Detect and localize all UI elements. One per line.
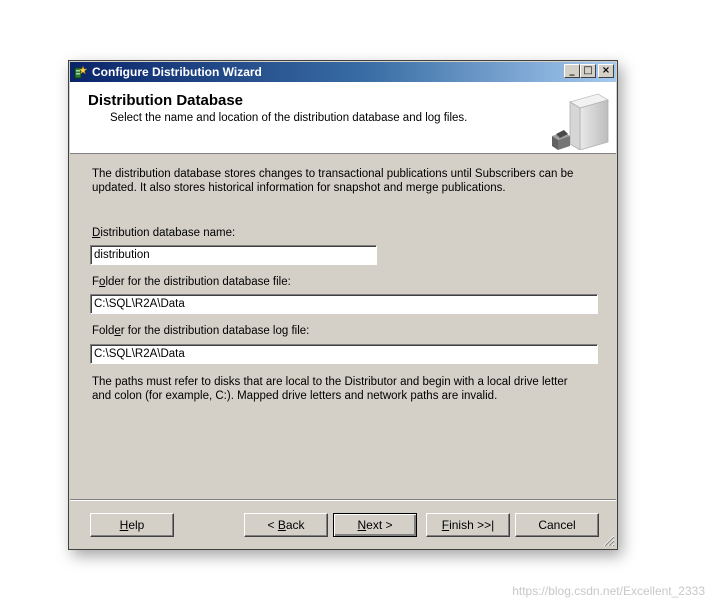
next-label: ext > xyxy=(366,518,393,532)
finish-access-key: F xyxy=(441,518,450,532)
log-folder-label: Folder for the distribution database log… xyxy=(92,325,309,337)
back-button[interactable]: < Back xyxy=(244,513,328,537)
log-folder-label-text: r for the distribution database log file… xyxy=(120,325,310,337)
help-button[interactable]: Help xyxy=(90,513,174,537)
wizard-app-icon xyxy=(74,65,88,79)
resize-grip-icon[interactable] xyxy=(603,535,615,547)
back-access-key: B xyxy=(277,518,286,532)
next-button[interactable]: Next > xyxy=(333,513,417,537)
intro-line-1: The distribution database stores changes… xyxy=(92,168,574,180)
window-controls: _ □ × xyxy=(564,64,614,80)
page-title: Distribution Database xyxy=(88,92,244,109)
log-folder-label-pre: Fold xyxy=(92,325,115,337)
configure-distribution-wizard-dialog: Configure Distribution Wizard _ □ × Dist… xyxy=(68,60,618,550)
data-folder-label: Folder for the distribution database fil… xyxy=(92,276,291,288)
distribution-database-name-input[interactable] xyxy=(90,245,377,265)
log-folder-input[interactable] xyxy=(90,344,598,364)
minimize-button[interactable]: _ xyxy=(564,64,580,78)
page-subtitle: Select the name and location of the dist… xyxy=(110,112,468,124)
wizard-header: Distribution Database Select the name an… xyxy=(70,82,616,154)
title-bar[interactable]: Configure Distribution Wizard _ □ × xyxy=(70,62,616,82)
window-title: Configure Distribution Wizard xyxy=(92,65,262,79)
path-note-line-1: The paths must refer to disks that are l… xyxy=(92,376,568,388)
watermark: https://blog.csdn.net/Excellent_2333 xyxy=(512,584,705,598)
maximize-button[interactable]: □ xyxy=(580,64,596,78)
next-access-key: N xyxy=(357,518,367,532)
data-folder-input[interactable] xyxy=(90,294,598,314)
cancel-button[interactable]: Cancel xyxy=(515,513,599,537)
finish-label: inish >>| xyxy=(449,518,495,532)
data-folder-label-pre: F xyxy=(92,276,100,288)
button-area-divider xyxy=(70,499,616,501)
db-name-label: Distribution database name: xyxy=(92,227,235,239)
path-note: The paths must refer to disks that are l… xyxy=(92,375,568,403)
help-label: elp xyxy=(128,518,145,532)
back-label: ack xyxy=(285,518,305,532)
path-note-line-2: and colon (for example, C:). Mapped driv… xyxy=(92,390,498,402)
finish-button[interactable]: Finish >>| xyxy=(426,513,510,537)
close-button[interactable]: × xyxy=(598,64,614,78)
intro-description: The distribution database stores changes… xyxy=(92,167,573,195)
data-folder-label-text: lder for the distribution database file: xyxy=(105,276,291,288)
db-name-label-text: istribution database name: xyxy=(100,227,236,239)
back-arrow: < xyxy=(267,518,278,532)
intro-line-2: updated. It also stores historical infor… xyxy=(92,182,506,194)
screen: Configure Distribution Wizard _ □ × Dist… xyxy=(0,0,713,608)
server-database-icon xyxy=(552,93,609,150)
